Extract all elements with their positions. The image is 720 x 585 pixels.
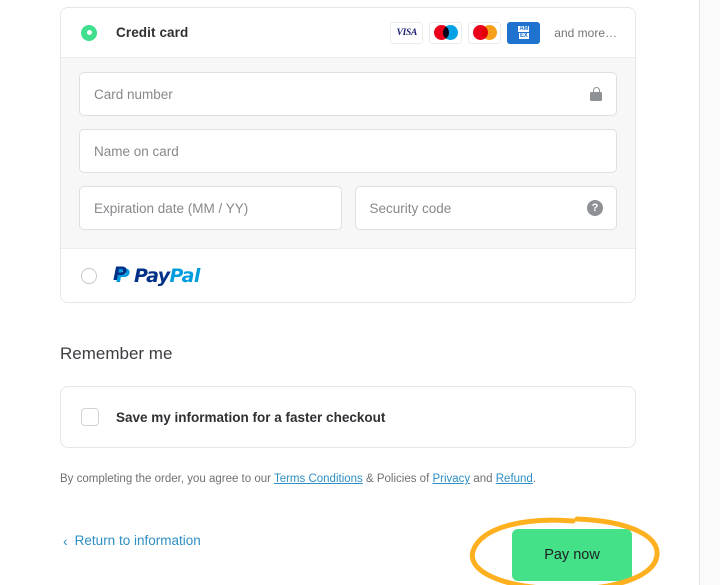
credit-card-form: Card number Name on card Expiration date… xyxy=(61,57,635,248)
remember-me-box[interactable]: Save my information for a faster checkou… xyxy=(60,386,636,448)
paypal-option-row[interactable]: PP Pay Pal xyxy=(61,248,635,302)
disclaimer-middle: & Policies of xyxy=(362,473,433,485)
order-summary-rail xyxy=(699,0,720,585)
disclaimer-and: and xyxy=(470,473,496,485)
checkout-footer: ‹ Return to information Pay now xyxy=(60,516,660,585)
visa-card-icon: VISA xyxy=(390,21,424,44)
security-code-field[interactable]: Security code ? xyxy=(354,186,617,230)
credit-card-label: Credit card xyxy=(116,25,189,40)
disclaimer-suffix: . xyxy=(532,473,537,485)
card-number-field[interactable]: Card number xyxy=(79,72,617,116)
payment-method-panel: Credit card VISA AM EX and more… Card nu… xyxy=(60,7,636,303)
remember-me-title: Remember me xyxy=(60,344,173,363)
checkout-content: Credit card VISA AM EX and more… Card nu… xyxy=(60,0,660,585)
privacy-link[interactable]: Privacy xyxy=(432,473,470,485)
accepted-card-brands: VISA AM EX and more… xyxy=(390,21,617,44)
chevron-left-icon: ‹ xyxy=(63,532,68,549)
return-to-information-link[interactable]: ‹ Return to information xyxy=(63,533,201,548)
paypal-logo-icon: PP Pay Pal xyxy=(113,262,201,287)
save-info-checkbox[interactable] xyxy=(81,408,99,426)
pay-now-area: Pay now xyxy=(469,516,660,585)
paypal-logo-pay: Pay xyxy=(134,264,170,287)
name-on-card-field[interactable]: Name on card xyxy=(79,129,617,173)
more-cards-label: and more… xyxy=(554,25,617,40)
security-code-placeholder: Security code xyxy=(369,200,452,216)
refund-link[interactable]: Refund xyxy=(496,473,533,485)
name-on-card-placeholder: Name on card xyxy=(94,143,179,159)
pay-now-button[interactable]: Pay now xyxy=(512,529,632,582)
credit-card-radio-selected[interactable] xyxy=(81,24,97,41)
maestro-card-icon xyxy=(429,21,463,44)
credit-card-option-row[interactable]: Credit card VISA AM EX and more… xyxy=(61,8,635,57)
checkout-page: Credit card VISA AM EX and more… Card nu… xyxy=(0,0,720,585)
save-info-label: Save my information for a faster checkou… xyxy=(116,409,386,425)
terms-conditions-link[interactable]: Terms Conditions xyxy=(274,473,363,485)
amex-card-icon: AM EX xyxy=(507,21,541,44)
expiration-date-placeholder: Expiration date (MM / YY) xyxy=(94,200,249,216)
paypal-radio[interactable] xyxy=(81,267,97,284)
expiration-date-field[interactable]: Expiration date (MM / YY) xyxy=(79,186,342,230)
mastercard-card-icon xyxy=(468,21,502,44)
return-to-information-label: Return to information xyxy=(74,533,201,549)
disclaimer-prefix: By completing the order, you agree to ou… xyxy=(60,473,274,485)
legal-disclaimer: By completing the order, you agree to ou… xyxy=(60,471,636,487)
expiry-security-row: Expiration date (MM / YY) Security code … xyxy=(79,186,617,230)
help-icon[interactable]: ? xyxy=(587,200,603,216)
paypal-logo-pal: Pal xyxy=(169,264,201,287)
lock-icon xyxy=(590,87,602,101)
card-number-placeholder: Card number xyxy=(94,86,173,102)
